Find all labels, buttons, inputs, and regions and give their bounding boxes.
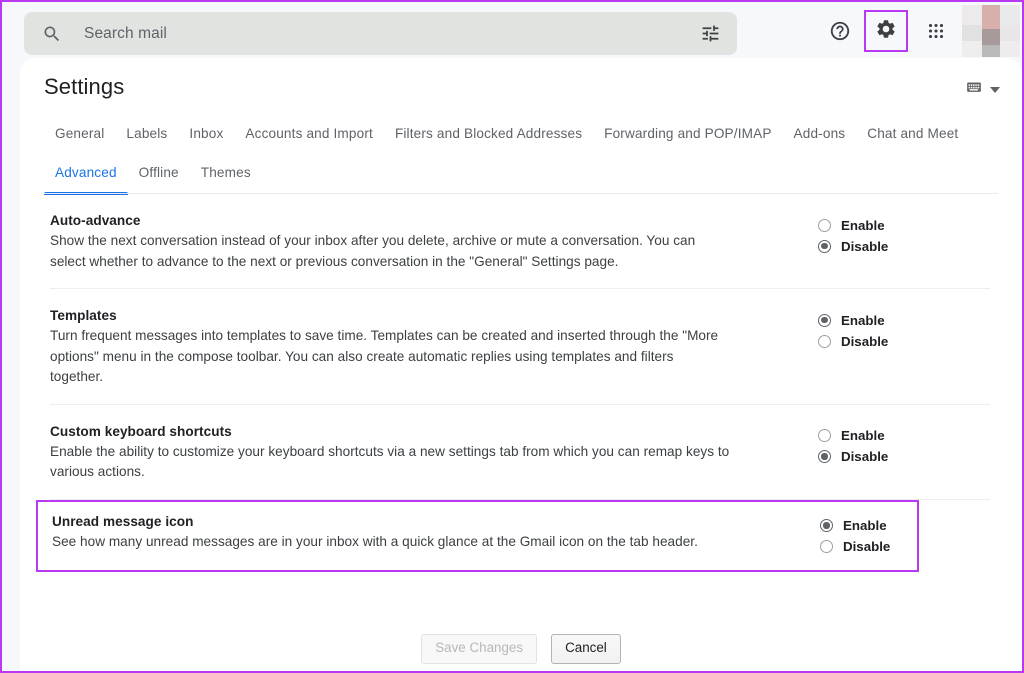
radio-option-enable[interactable]: Enable [818,215,888,235]
setting-text: Unread message icon See how many unread m… [52,514,732,553]
gear-icon[interactable] [875,18,897,45]
tab-label: Labels [126,126,168,141]
radio-option-disable[interactable]: Disable [818,331,888,351]
radio-option-disable[interactable]: Disable [818,447,888,467]
tab-label: General [55,126,105,141]
tab-label: Add-ons [793,126,846,141]
setting-title: Auto-advance [50,213,141,228]
tab-forwarding-and-pop-imap[interactable]: Forwarding and POP/IMAP [593,120,782,147]
apps-grid-icon[interactable] [916,11,956,51]
search-input[interactable] [84,24,700,43]
search-bar[interactable] [24,12,737,55]
user-avatar[interactable] [962,5,1020,57]
setting-options: Enable Disable [818,424,888,468]
tab-label: Chat and Meet [867,126,959,141]
settings-gear-highlight[interactable] [864,10,908,52]
radio-button[interactable] [820,540,833,553]
radio-label: Enable [841,428,885,443]
setting-description: Turn frequent messages into templates to… [50,328,719,384]
setting-text: Auto-advance Show the next conversation i… [50,213,730,272]
setting-text: Templates Turn frequent messages into tem… [50,308,730,388]
setting-title: Unread message icon [52,513,194,529]
setting-title: Templates [50,308,117,323]
tab-add-ons[interactable]: Add-ons [783,120,857,147]
save-changes-button[interactable]: Save Changes [421,634,538,664]
settings-list: Auto-advance Show the next conversation i… [20,194,1022,572]
radio-option-disable[interactable]: Disable [818,236,888,256]
radio-label: Disable [841,449,889,464]
radio-label: Disable [841,238,889,254]
setting-text: Custom keyboard shortcuts Enable the abil… [50,424,730,483]
cancel-button[interactable]: Cancel [551,634,621,664]
setting-description: See how many unread messages are in your… [52,533,698,549]
radio-button[interactable] [818,334,831,348]
radio-button[interactable] [818,218,831,232]
setting-row: Custom keyboard shortcuts Enable the abil… [20,405,1022,500]
setting-description: Show the next conversation instead of yo… [50,233,696,269]
radio-option-enable[interactable]: Enable [820,516,890,536]
radio-button[interactable] [818,313,831,327]
radio-label: Enable [841,312,885,328]
settings-footer: Save Changes Cancel [20,634,1022,664]
setting-options: Enable Disable [818,213,888,257]
help-circle-icon[interactable] [820,11,860,51]
setting-title: Custom keyboard shortcuts [50,423,232,439]
radio-option-disable[interactable]: Disable [820,537,890,557]
tune-filter-icon[interactable] [700,23,721,44]
radio-button[interactable] [818,239,831,253]
tab-themes[interactable]: Themes [190,159,262,186]
page-title: Settings [44,74,125,99]
tab-accounts-and-import[interactable]: Accounts and Import [234,120,384,147]
setting-row: Auto-advance Show the next conversation i… [20,194,1022,289]
tab-label: Filters and Blocked Addresses [394,126,583,141]
chevron-down-icon[interactable] [990,87,1000,93]
top-bar-icons [820,5,1020,57]
radio-label: Enable [841,217,885,233]
settings-card: Settings General Labels Inbox Accounts and … [20,58,1022,671]
tab-labels[interactable]: Labels [115,120,178,147]
display-density-control[interactable] [964,80,1000,100]
radio-label: Disable [843,539,891,554]
tab-filters-and-blocked-addresses[interactable]: Filters and Blocked Addresses [384,120,593,147]
tab-offline[interactable]: Offline [128,159,190,186]
gmail-settings-window: Settings General Labels Inbox Accounts and … [0,0,1024,673]
setting-row: Templates Turn frequent messages into tem… [20,289,1022,405]
radio-option-enable[interactable]: Enable [818,310,888,330]
radio-button[interactable] [820,519,833,532]
tab-label: Themes [200,165,251,180]
settings-tabs-row-1: General Labels Inbox Accounts and Import Fil… [44,120,969,147]
setting-options: Enable Disable [818,308,888,352]
tab-general[interactable]: General [44,120,115,147]
search-icon [42,24,62,44]
tab-label: Inbox [189,126,224,141]
radio-button[interactable] [818,450,831,463]
tab-inbox[interactable]: Inbox [178,120,234,147]
settings-header: Settings [20,58,1022,116]
radio-label: Disable [841,333,889,349]
radio-label: Enable [843,518,887,533]
setting-options: Enable Disable [820,514,890,558]
tab-chat-and-meet[interactable]: Chat and Meet [856,120,969,147]
keyboard-density-icon [964,80,984,100]
top-app-bar [2,2,1022,60]
setting-description: Enable the ability to customize your key… [50,443,730,480]
radio-button[interactable] [818,429,831,442]
tab-label: Offline [138,165,179,180]
tab-label: Forwarding and POP/IMAP [604,126,772,141]
tab-label: Advanced [55,165,117,180]
radio-option-enable[interactable]: Enable [818,426,888,446]
setting-row: Unread message icon See how many unread m… [36,499,919,572]
tab-label: Accounts and Import [245,126,373,141]
